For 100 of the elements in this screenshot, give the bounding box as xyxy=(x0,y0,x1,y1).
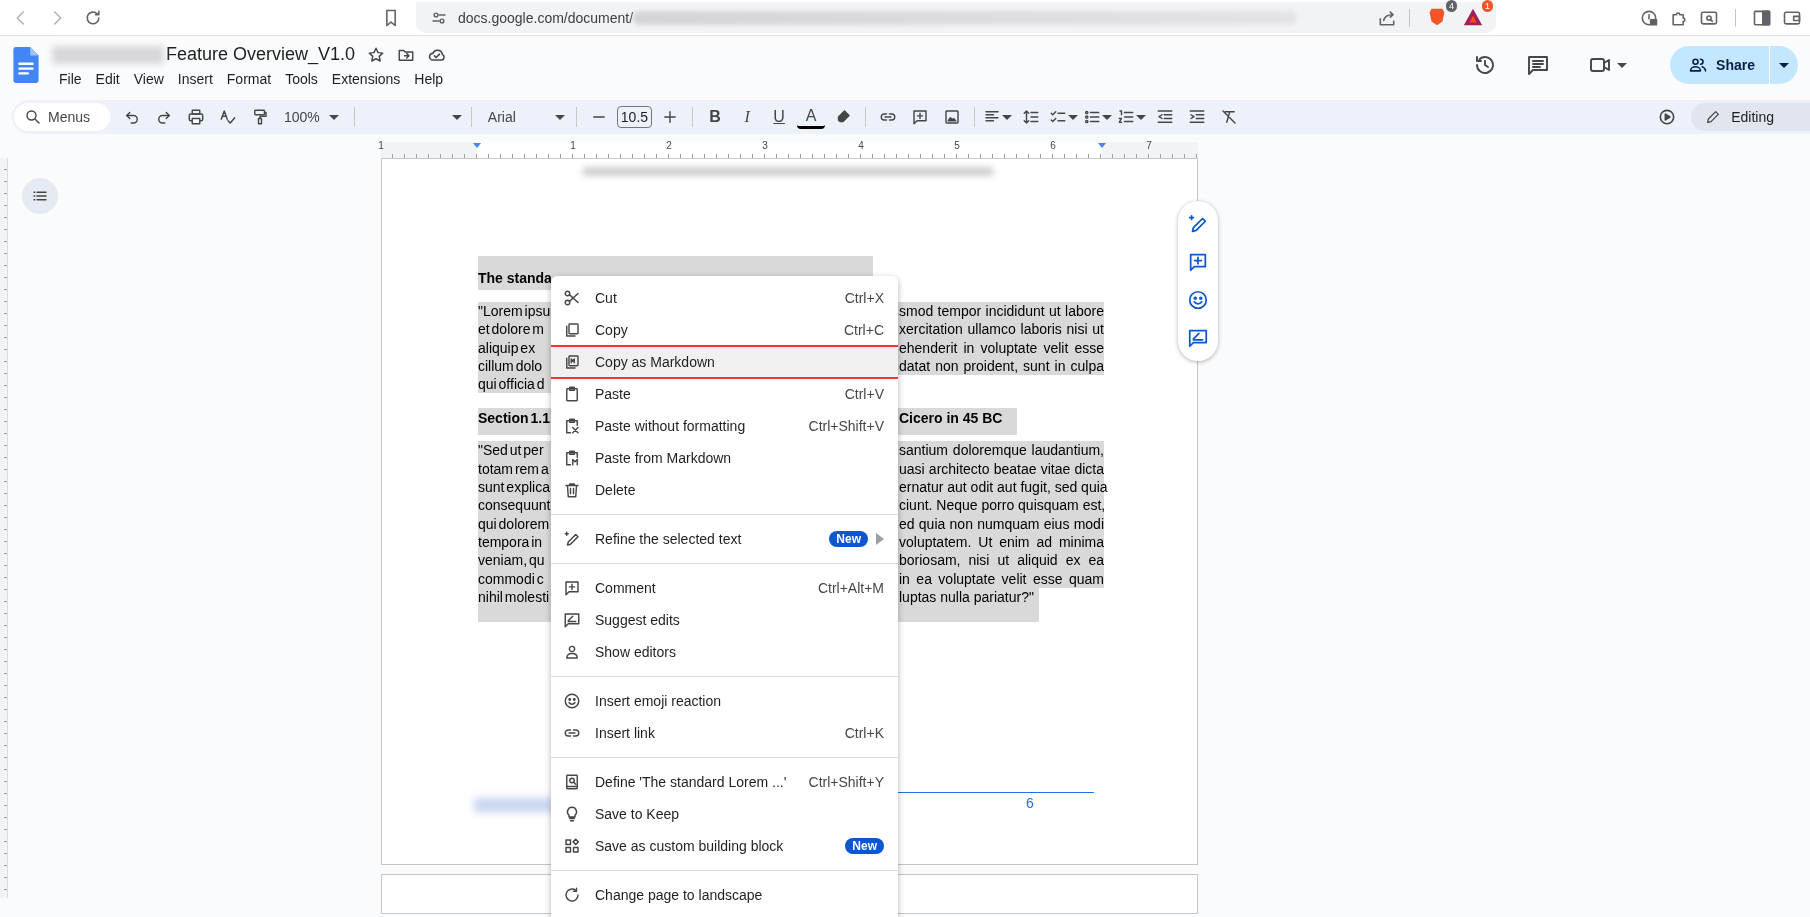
clipboard-icon xyxy=(563,385,581,403)
text-fragment: ed quia non numquam eius modi xyxy=(899,514,1104,533)
font-dropdown[interactable]: Arial xyxy=(479,103,568,131)
text-fragment: santium doloremque laudantium, xyxy=(899,441,1104,460)
outline-button[interactable] xyxy=(22,178,58,214)
star-icon[interactable] xyxy=(367,45,386,64)
caret-icon xyxy=(327,113,340,121)
sparkle-pen-icon[interactable] xyxy=(1187,213,1209,235)
copy-icon xyxy=(563,321,581,339)
menu-item[interactable]: Refine the selected text New xyxy=(551,523,898,555)
text-fragment: aliquip ex xyxy=(478,338,536,357)
text-fragment: uasi architecto beatae vitae dicta xyxy=(899,459,1104,479)
caret-icon xyxy=(553,113,566,121)
format-button[interactable]: U xyxy=(765,103,794,131)
suggest-edit-icon[interactable] xyxy=(1187,327,1209,349)
text-fragment: "Lorem ipsu xyxy=(478,302,551,321)
text-fragment: commodi c xyxy=(478,569,544,588)
scissors-icon xyxy=(563,289,581,307)
menu-item[interactable]: Copy as Markdown xyxy=(551,346,898,378)
menu-bar-item[interactable]: Tools xyxy=(278,68,325,89)
clipboard-icon xyxy=(563,417,581,435)
menu-item[interactable]: Insert link Ctrl+K xyxy=(551,717,898,749)
docs-logo-icon[interactable] xyxy=(12,47,40,83)
numbered-list-icon xyxy=(1117,108,1136,126)
menu-bar-item[interactable]: Extensions xyxy=(324,68,408,89)
decrease-indent-icon[interactable] xyxy=(1156,108,1175,126)
pencil-icon xyxy=(1705,109,1722,125)
menu-item[interactable]: Change page to landscape xyxy=(551,879,898,911)
image-icon[interactable] xyxy=(943,108,962,126)
menu-item[interactable]: Show editors xyxy=(551,636,898,668)
font-size-field[interactable]: 10.5 xyxy=(616,106,653,128)
increase-indent-icon[interactable] xyxy=(1188,108,1207,126)
format-button[interactable]: I xyxy=(733,103,762,131)
book-search-icon xyxy=(563,773,581,791)
menu-search-field[interactable]: Menus xyxy=(14,103,110,131)
smiley-icon[interactable] xyxy=(1187,289,1209,311)
zoom-dropdown[interactable]: 100% xyxy=(278,103,346,131)
add-comment-icon xyxy=(563,579,581,597)
people-icon xyxy=(1688,55,1709,75)
menu-item[interactable]: Paste without formatting Ctrl+Shift+V xyxy=(551,410,898,442)
blocks-icon xyxy=(563,837,581,855)
text-fragment: consequunt xyxy=(478,496,551,515)
text-fragment: boriosam, nisi ut aliquid ex ea xyxy=(899,551,1104,570)
caret-icon xyxy=(1067,113,1080,121)
menu-bar-item[interactable]: View xyxy=(126,68,171,89)
menu-item[interactable]: Paste Ctrl+V xyxy=(551,378,898,410)
menu-item[interactable]: Save as custom building block New xyxy=(551,830,898,862)
new-badge: New xyxy=(829,531,868,547)
text-fragment: ciunt. Neque porro quisquam est, xyxy=(899,496,1104,515)
caret-icon xyxy=(1135,113,1148,121)
caret-icon xyxy=(450,113,463,121)
ruler-number: 7 xyxy=(1146,140,1152,151)
menu-item[interactable]: Insert emoji reaction xyxy=(551,685,898,717)
text-fragment: veniam, qu xyxy=(478,551,545,570)
menu-bar-item[interactable]: Help xyxy=(407,68,451,89)
menu-item[interactable]: Copy Ctrl+C xyxy=(551,314,898,346)
ruler-number: 4 xyxy=(858,140,864,151)
menu-item[interactable]: Delete xyxy=(551,474,898,506)
document-title[interactable]: Feature Overview_V1.0 xyxy=(166,44,356,65)
menu-bar-item[interactable]: Format xyxy=(219,68,279,89)
text-fragment: luptas nulla pariatur?" xyxy=(899,587,1035,607)
text-fragment: datat non proident, sunt in culpa xyxy=(899,356,1104,376)
menu-item[interactable]: Suggest edits xyxy=(551,604,898,636)
text-fragment: voluptatem. Ut enim ad minima xyxy=(899,532,1104,552)
bullet-list-icon xyxy=(1083,108,1102,126)
person-icon xyxy=(563,643,581,661)
menu-item[interactable]: Comment Ctrl+Alt+M xyxy=(551,572,898,604)
print-icon[interactable] xyxy=(187,108,205,126)
text-fragment: ehenderit in voluptate velit esse xyxy=(899,338,1104,357)
clear-formatting-icon[interactable] xyxy=(1220,108,1239,126)
ruler-number: 2 xyxy=(666,140,672,151)
count-badge: 1 xyxy=(1482,0,1493,12)
caret-icon xyxy=(1001,113,1014,121)
ruler-number: 3 xyxy=(762,140,768,151)
address-bar[interactable]: docs.google.com/document/ 4 1 xyxy=(416,2,1496,33)
trash-icon xyxy=(563,481,581,499)
ruler-number: 1 xyxy=(378,140,384,151)
menu-bar-item[interactable]: File xyxy=(52,68,89,89)
comment-icon[interactable] xyxy=(1526,53,1551,77)
text-fragment: "Sed ut per xyxy=(478,441,544,460)
caret-icon xyxy=(1101,113,1114,121)
line-spacing-icon[interactable] xyxy=(1022,108,1041,126)
ruler-number: 6 xyxy=(1050,140,1056,151)
text-fragment: nihil molesti xyxy=(478,587,550,607)
add-comment-icon[interactable] xyxy=(911,108,930,126)
menu-bar-item[interactable]: Insert xyxy=(170,68,220,89)
sparkle-pen-icon xyxy=(563,530,581,548)
search-icon xyxy=(24,108,42,126)
add-comment-icon[interactable] xyxy=(1187,251,1209,273)
text-fragment: Section 1.1 xyxy=(478,409,550,429)
menu-item[interactable]: Paste from Markdown xyxy=(551,442,898,474)
paint-format-icon[interactable] xyxy=(251,108,269,126)
menu-bar-item[interactable]: Edit xyxy=(88,68,127,89)
format-button[interactable]: B xyxy=(701,103,730,131)
editing-mode-button[interactable]: Editing xyxy=(1691,103,1810,131)
spellcheck-icon[interactable] xyxy=(219,108,237,126)
text-fragment: in ea voluptate velit esse quam xyxy=(899,569,1104,588)
format-button[interactable]: A xyxy=(797,105,826,129)
clipboard-icon xyxy=(563,449,581,467)
ruler-number: 5 xyxy=(954,140,960,151)
